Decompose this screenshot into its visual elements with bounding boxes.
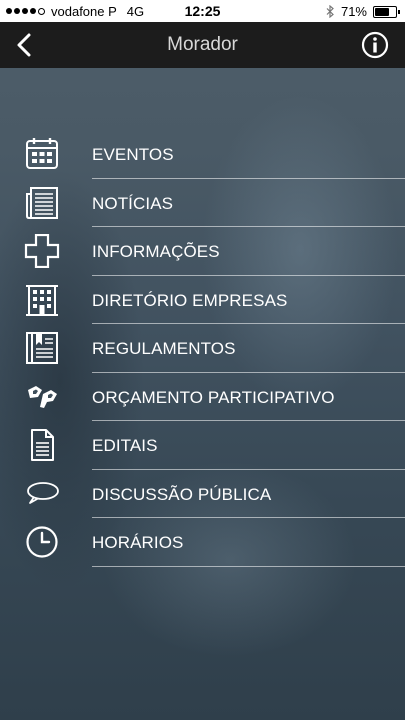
menu-item-eventos[interactable]: EVENTOS — [0, 130, 405, 179]
menu-item-regulamentos[interactable]: REGULAMENTOS — [0, 324, 405, 373]
menu-item-label: ORÇAMENTO PARTICIPATIVO — [92, 387, 335, 407]
newspaper-icon — [26, 186, 58, 219]
battery-icon — [373, 5, 400, 18]
menu-item-label: REGULAMENTOS — [92, 339, 236, 358]
battery-level — [375, 7, 390, 16]
menu-item-informacoes[interactable]: INFORMAÇÕES — [0, 227, 405, 276]
status-bar: vodafone P 4G 12:25 71% — [0, 0, 405, 22]
menu-item-editais[interactable]: EDITAIS — [0, 421, 405, 470]
nav-bar: Morador — [0, 22, 405, 68]
divider — [92, 565, 405, 567]
plus-cross-icon — [24, 234, 60, 268]
menu-item-orcamento-participativo[interactable]: ORÇAMENTO PARTICIPATIVO — [0, 373, 405, 421]
info-icon[interactable] — [361, 31, 389, 59]
calendar-icon — [26, 138, 58, 169]
battery-percent: 71% — [340, 4, 367, 19]
speech-bubble-icon — [27, 481, 59, 504]
status-right: 71% — [326, 4, 400, 19]
menu-item-noticias[interactable]: NOTÍCIAS — [0, 179, 405, 227]
building-icon — [26, 284, 58, 316]
menu-item-label: EVENTOS — [92, 145, 174, 164]
menu-item-horarios[interactable]: HORÁRIOS — [0, 518, 405, 567]
page-title: Morador — [167, 34, 238, 55]
menu-item-discussao-publica[interactable]: DISCUSSÃO PÚBLICA — [0, 470, 405, 518]
clock-icon — [26, 526, 58, 558]
menu-item-label: HORÁRIOS — [92, 533, 184, 552]
menu-item-label: INFORMAÇÕES — [92, 242, 220, 261]
document-icon — [31, 429, 54, 461]
bluetooth-icon — [326, 5, 334, 18]
menu-item-label: DIRETÓRIO EMPRESAS — [92, 290, 288, 310]
op-logo-icon — [28, 385, 57, 408]
menu-item-label: NOTÍCIAS — [92, 193, 174, 213]
main-menu: EVENTOS NOTÍCIAS INFORMAÇÕES DIRETÓRIO E… — [0, 130, 405, 567]
menu-item-label: EDITAIS — [92, 436, 158, 455]
regulation-book-icon — [26, 332, 58, 364]
menu-item-diretorio-empresas[interactable]: DIRETÓRIO EMPRESAS — [0, 276, 405, 324]
menu-item-label: DISCUSSÃO PÚBLICA — [92, 484, 272, 504]
